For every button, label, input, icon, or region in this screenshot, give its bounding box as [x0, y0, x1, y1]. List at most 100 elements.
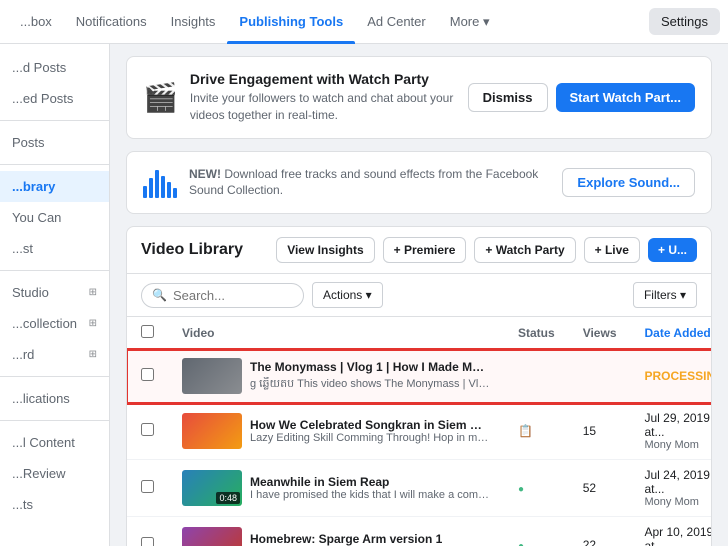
actions-button[interactable]: Actions ▾ — [312, 282, 383, 308]
sidebar-item-review[interactable]: ...Review — [0, 458, 109, 489]
video-description: I have promised the kids that I will mak… — [250, 489, 490, 501]
settings-button[interactable]: Settings — [649, 8, 720, 35]
watch-party-actions: Dismiss Start Watch Part... — [468, 83, 695, 112]
sidebar-item-st[interactable]: ...st — [0, 233, 109, 264]
row-date-cell: Jul 24, 2019 at... Mony Mom — [631, 460, 713, 517]
row-processing-cell: PROCESSING — [631, 350, 713, 403]
status-dot: ● — [518, 541, 524, 546]
watch-party-banner: 🎬 Drive Engagement with Watch Party Invi… — [126, 56, 712, 139]
author-line: Mony Mom — [645, 496, 713, 508]
sidebar-item-collection[interactable]: ...collection ⊞ — [0, 308, 109, 339]
sidebar-divider-1 — [0, 120, 109, 121]
table-row: The Monymass | Vlog 1 | How I Made My Vl… — [127, 350, 712, 403]
sidebar-item-lications[interactable]: ...lications — [0, 383, 109, 414]
author-line: Mony Mom — [645, 439, 713, 451]
status-dot: ● — [518, 484, 524, 495]
video-title: The Monymass | Vlog 1 | How I Made My Vl… — [250, 359, 490, 377]
thumb-duration: 0:48 — [216, 492, 240, 504]
watch-party-text: Drive Engagement with Watch Party Invite… — [190, 71, 456, 124]
video-cell: 0:48 Meanwhile in Siem Reap I have promi… — [182, 470, 490, 506]
tab-inbox[interactable]: ...box — [8, 0, 64, 44]
sidebar-item-posts[interactable]: Posts — [0, 127, 109, 158]
expand-icon-collection: ⊞ — [89, 318, 97, 329]
sound-banner-actions: Explore Sound... — [562, 168, 695, 197]
row-checkbox[interactable] — [141, 423, 154, 436]
start-watch-party-button[interactable]: Start Watch Part... — [556, 83, 695, 112]
table-row: 0:09 Homebrew: Sparge Arm version 1 Find… — [127, 517, 712, 546]
explore-sound-button[interactable]: Explore Sound... — [562, 168, 695, 197]
sidebar-item-expired-posts[interactable]: ...ed Posts — [0, 83, 109, 114]
premiere-button[interactable]: + Premiere — [383, 237, 467, 263]
filters-button[interactable]: Filters ▾ — [633, 282, 697, 308]
sidebar-divider-2 — [0, 164, 109, 165]
row-video-cell: How We Celebrated Songkran in Siem Reap … — [168, 403, 504, 460]
row-views-cell: 52 — [569, 460, 631, 517]
watch-party-button[interactable]: + Watch Party — [474, 237, 575, 263]
row-checkbox-cell — [127, 350, 168, 403]
top-navigation: ...box Notifications Insights Publishing… — [0, 0, 728, 44]
row-checkbox-cell — [127, 460, 168, 517]
video-cell: The Monymass | Vlog 1 | How I Made My Vl… — [182, 358, 490, 394]
row-video-cell: 0:48 Meanwhile in Siem Reap I have promi… — [168, 460, 504, 517]
video-title: Homebrew: Sparge Arm version 1 — [250, 532, 490, 546]
tab-publishing-tools[interactable]: Publishing Tools — [227, 0, 355, 44]
row-status-cell: ● — [504, 517, 569, 546]
select-all-checkbox[interactable] — [141, 325, 154, 338]
sidebar: ...d Posts ...ed Posts Posts ...brary Yo… — [0, 44, 110, 546]
video-info: Homebrew: Sparge Arm version 1 Finding a… — [250, 532, 490, 546]
sidebar-item-rd[interactable]: ...rd ⊞ — [0, 339, 109, 370]
sound-banner: NEW! Download free tracks and sound effe… — [126, 151, 712, 215]
table-row: How We Celebrated Songkran in Siem Reap … — [127, 403, 712, 460]
video-info: The Monymass | Vlog 1 | How I Made My Vl… — [250, 359, 490, 393]
sound-banner-text: NEW! Download free tracks and sound effe… — [189, 166, 550, 200]
date-info: Jul 24, 2019 at... Mony Mom — [645, 468, 713, 508]
video-thumbnail: 0:48 — [182, 470, 242, 506]
sidebar-item-you-can[interactable]: You Can — [0, 202, 109, 233]
date-info: Apr 10, 2019 at... IG $mass — [645, 525, 713, 546]
sidebar-item-ts[interactable]: ...ts — [0, 489, 109, 520]
sidebar-item-content[interactable]: ...l Content — [0, 427, 109, 458]
sound-banner-description: NEW! Download free tracks and sound effe… — [189, 166, 550, 200]
row-status-cell: ● — [504, 460, 569, 517]
watch-party-title: Drive Engagement with Watch Party — [190, 71, 456, 87]
upload-button[interactable]: + U... — [648, 238, 697, 262]
row-checkbox[interactable] — [141, 368, 154, 381]
video-info: How We Celebrated Songkran in Siem Reap … — [250, 418, 490, 444]
date-line: Jul 29, 2019 at... — [645, 411, 713, 439]
tab-ad-center[interactable]: Ad Center — [355, 0, 438, 44]
col-video: Video — [168, 317, 504, 350]
expand-icon-studio: ⊞ — [89, 287, 97, 298]
watch-party-icon: 🎬 — [143, 81, 178, 114]
main-content: 🎬 Drive Engagement with Watch Party Invi… — [110, 44, 728, 546]
live-button[interactable]: + Live — [584, 237, 640, 263]
row-checkbox-cell — [127, 403, 168, 460]
dismiss-button[interactable]: Dismiss — [468, 83, 548, 112]
row-checkbox[interactable] — [141, 537, 154, 546]
sidebar-item-library[interactable]: ...brary — [0, 171, 109, 202]
nav-right: Settings — [649, 8, 720, 35]
col-views: Views — [569, 317, 631, 350]
view-insights-button[interactable]: View Insights — [276, 237, 374, 263]
tab-more[interactable]: More ▾ — [438, 0, 502, 44]
row-checkbox-cell — [127, 517, 168, 546]
sidebar-item-studio[interactable]: Studio ⊞ — [0, 277, 109, 308]
col-status: Status — [504, 317, 569, 350]
sidebar-item-scheduled-posts[interactable]: ...d Posts — [0, 52, 109, 83]
video-library-header: Video Library View Insights + Premiere +… — [127, 227, 711, 274]
col-date: Date Added — [631, 317, 713, 350]
video-cell: 0:09 Homebrew: Sparge Arm version 1 Find… — [182, 527, 490, 546]
tab-insights[interactable]: Insights — [159, 0, 228, 44]
search-container: 🔍 — [141, 283, 304, 308]
row-views-cell — [569, 350, 631, 403]
video-library-title: Video Library — [141, 241, 268, 259]
search-icon: 🔍 — [152, 288, 167, 302]
sound-wave-icon — [143, 166, 177, 198]
tab-notifications[interactable]: Notifications — [64, 0, 159, 44]
row-video-cell: The Monymass | Vlog 1 | How I Made My Vl… — [168, 350, 504, 403]
sound-new-label: NEW! — [189, 167, 221, 181]
search-input[interactable] — [173, 288, 293, 303]
row-checkbox[interactable] — [141, 480, 154, 493]
row-status-cell — [504, 350, 569, 403]
row-date-cell: Apr 10, 2019 at... IG $mass — [631, 517, 713, 546]
date-line: Jul 24, 2019 at... — [645, 468, 713, 496]
